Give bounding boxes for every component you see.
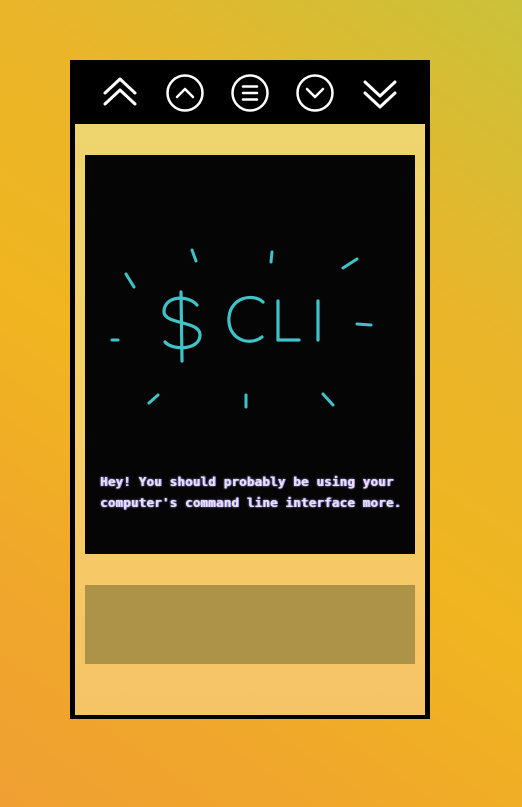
cli-message-text: Hey! You should probably be using your c… <box>100 474 402 510</box>
next-button[interactable] <box>295 73 335 113</box>
bottom-panel <box>85 585 415 664</box>
phone-frame: Hey! You should probably be using your c… <box>70 60 430 719</box>
message-card: Hey! You should probably be using your c… <box>85 155 415 554</box>
cli-logo-drawing <box>162 290 320 363</box>
previous-button[interactable] <box>165 73 205 113</box>
navigation-toolbar <box>70 60 430 124</box>
sparkle-lines <box>110 248 373 409</box>
content-screen: Hey! You should probably be using your c… <box>75 124 425 715</box>
cli-illustration <box>110 248 373 409</box>
circle-menu-icon <box>231 74 269 112</box>
first-button[interactable] <box>100 73 140 113</box>
circle-chevron-up-icon <box>166 74 204 112</box>
circle-chevron-down-icon <box>296 74 334 112</box>
double-chevron-down-icon <box>363 80 397 109</box>
last-button[interactable] <box>360 73 400 113</box>
double-chevron-up-icon <box>103 77 137 106</box>
menu-button[interactable] <box>230 73 270 113</box>
